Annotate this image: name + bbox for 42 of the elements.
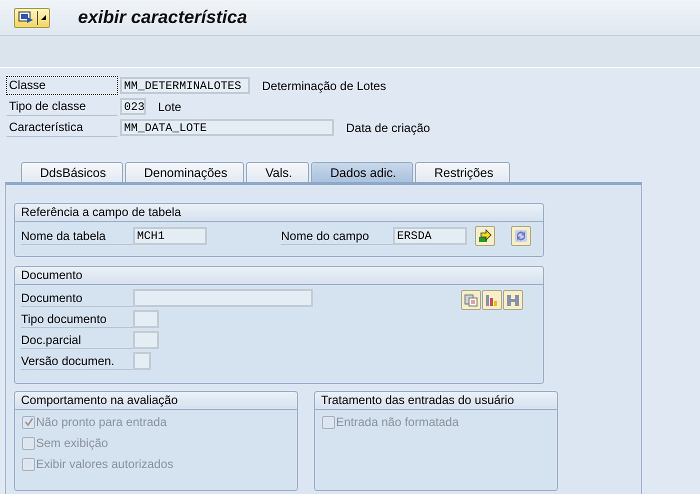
- refresh-button[interactable]: [511, 226, 531, 246]
- input-field[interactable]: MM_DATA_LOTE: [120, 119, 334, 136]
- arrow-icon: [478, 229, 492, 243]
- refresh-icon: [514, 229, 528, 243]
- checkbox-label: Não pronto para entrada: [36, 415, 167, 429]
- caret-icon: [41, 15, 46, 20]
- input-field[interactable]: 023: [120, 98, 146, 115]
- field-description: Determinação de Lotes: [262, 78, 386, 92]
- input-field[interactable]: MM_DETERMINALOTES: [120, 77, 250, 94]
- menu-button[interactable]: [14, 8, 50, 28]
- chart-button[interactable]: [482, 290, 502, 310]
- input-field[interactable]: [133, 352, 151, 370]
- binoculars-button[interactable]: [503, 290, 523, 310]
- tab[interactable]: Denominações: [125, 162, 244, 182]
- window-title: exibir característica: [78, 7, 248, 28]
- tab[interactable]: Dados adic.: [311, 162, 414, 182]
- document-button[interactable]: [461, 290, 481, 310]
- binoculars-icon: [506, 293, 520, 307]
- field-label: Tipo de classe: [6, 97, 118, 116]
- checkbox-label: Exibir valores autorizados: [36, 457, 174, 471]
- field-label: Classe: [6, 76, 118, 95]
- tab[interactable]: Vals.: [246, 162, 310, 182]
- input-field[interactable]: [133, 310, 159, 328]
- group-title: Referência a campo de tabela: [15, 204, 543, 222]
- group-title: Tratamento das entradas do usuário: [315, 392, 557, 410]
- tab[interactable]: Restrições: [415, 162, 510, 182]
- checkbox-label: Entrada não formatada: [336, 415, 459, 429]
- document-icon: [464, 293, 478, 307]
- group-title: Comportamento na avaliação: [15, 392, 297, 410]
- input-field[interactable]: ERSDA: [393, 227, 467, 245]
- screen-icon: [18, 10, 34, 24]
- field-description: Data de criação: [346, 120, 430, 134]
- field-label: Característica: [6, 118, 118, 137]
- tab[interactable]: DdsBásicos: [21, 162, 123, 182]
- arrow-button[interactable]: [475, 226, 495, 246]
- input-field[interactable]: MCH1: [133, 227, 207, 245]
- input-field[interactable]: [133, 331, 159, 349]
- input-field[interactable]: [133, 289, 313, 307]
- checkbox-label: Sem exibição: [36, 436, 108, 450]
- bar-chart-icon: [485, 293, 499, 307]
- field-description: Lote: [158, 100, 182, 114]
- group-title: Documento: [15, 267, 543, 285]
